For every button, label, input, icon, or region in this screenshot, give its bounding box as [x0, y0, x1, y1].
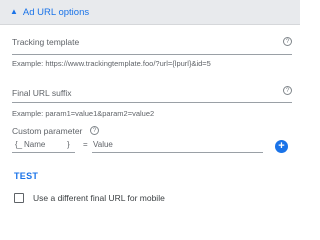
final-url-suffix-example: Example: param1=value1&param2=value2 — [12, 109, 155, 118]
mobile-url-checkbox[interactable] — [14, 193, 24, 203]
final-url-suffix-label: Final URL suffix — [12, 88, 72, 98]
help-circle-icon[interactable]: ? — [283, 37, 292, 46]
custom-parameter-name-input[interactable]: Name — [24, 140, 45, 149]
test-button[interactable]: TEST — [14, 171, 38, 181]
plus-circle-icon[interactable]: + — [275, 140, 288, 153]
final-url-suffix-input[interactable] — [12, 102, 292, 103]
custom-parameter-name-suffix: } — [67, 140, 70, 149]
tracking-template-label: Tracking template — [12, 37, 80, 47]
custom-parameter-equals: = — [83, 140, 88, 149]
section-title: Ad URL options — [22, 6, 90, 18]
section-header[interactable]: ▲ Ad URL options — [0, 0, 300, 25]
help-circle-icon[interactable]: ? — [90, 126, 99, 135]
help-circle-icon[interactable]: ? — [283, 86, 292, 95]
custom-parameter-label: Custom parameter — [12, 126, 83, 136]
mobile-url-checkbox-label[interactable]: Use a different final URL for mobile — [33, 193, 165, 203]
custom-parameter-name-prefix: {_ — [15, 140, 23, 149]
caret-up-icon[interactable]: ▲ — [10, 8, 18, 16]
tracking-template-input[interactable] — [12, 54, 292, 55]
custom-parameter-value-input[interactable]: Value — [93, 140, 113, 149]
custom-parameter-value-underline — [92, 152, 263, 153]
tracking-template-example: Example: https://www.trackingtemplate.fo… — [12, 59, 211, 68]
custom-parameter-name-underline — [12, 152, 75, 153]
ad-url-options-panel: ▲ Ad URL options Tracking template ? Exa… — [0, 0, 300, 219]
